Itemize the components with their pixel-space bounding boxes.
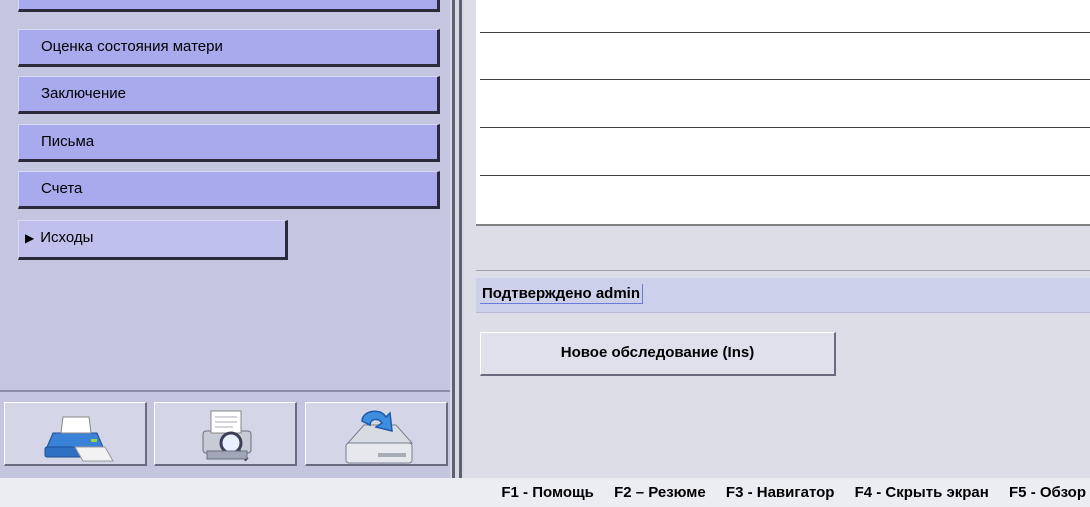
hotkey-hide-screen[interactable]: F4 - Скрыть экран [855, 484, 989, 501]
hotkey-help[interactable]: F1 - Помощь [501, 484, 594, 501]
nav-item-conclusion[interactable]: Заключение [18, 76, 440, 114]
confirmation-label: Подтверждено admin [480, 284, 644, 304]
splitter-line [459, 0, 462, 478]
hotkey-summary[interactable]: F2 – Резюме [614, 484, 706, 501]
hotkey-list: F1 - Помощь F2 – Резюме F3 - Навигатор F… [485, 484, 1086, 501]
printer-icon [44, 416, 114, 462]
nav-item-outcomes-label: Исходы [40, 229, 94, 246]
confirmation-band: Подтверждено admin [476, 278, 1090, 313]
hotkey-navigator[interactable]: F3 - Навигатор [726, 484, 835, 501]
panel-splitter[interactable] [450, 0, 464, 478]
hotkey-overview[interactable]: F5 - Обзор [1009, 484, 1086, 501]
notes-rule [480, 127, 1090, 128]
notes-area[interactable] [476, 0, 1090, 226]
notes-rule [480, 79, 1090, 80]
panel-divider [0, 390, 452, 392]
print-preview-button[interactable] [154, 402, 297, 466]
print-preview-icon [202, 410, 252, 462]
save-button[interactable] [305, 402, 448, 466]
notes-rule [480, 32, 1090, 33]
nav-item-letters[interactable]: Письма [18, 124, 440, 162]
navigation-panel: Оценка состояния матери Заключение Письм… [0, 0, 452, 478]
triangle-right-icon: ▶ [25, 231, 35, 245]
new-examination-button[interactable]: Новое обследование (Ins) [480, 332, 836, 376]
nav-item-partial[interactable] [18, 0, 440, 12]
nav-item-outcomes[interactable]: ▶ Исходы [18, 220, 288, 260]
nav-item-mother-state[interactable]: Оценка состояния матери [18, 29, 440, 67]
print-button[interactable] [4, 402, 147, 466]
separator-line [476, 270, 1090, 271]
save-to-drive-icon [345, 410, 414, 464]
notes-rule [480, 175, 1090, 176]
main-panel: Подтверждено admin Новое обследование (I… [464, 0, 1090, 478]
status-bar: F1 - Помощь F2 – Резюме F3 - Навигатор F… [0, 478, 1090, 507]
splitter-line [452, 0, 455, 478]
nav-item-invoices[interactable]: Счета [18, 171, 440, 209]
